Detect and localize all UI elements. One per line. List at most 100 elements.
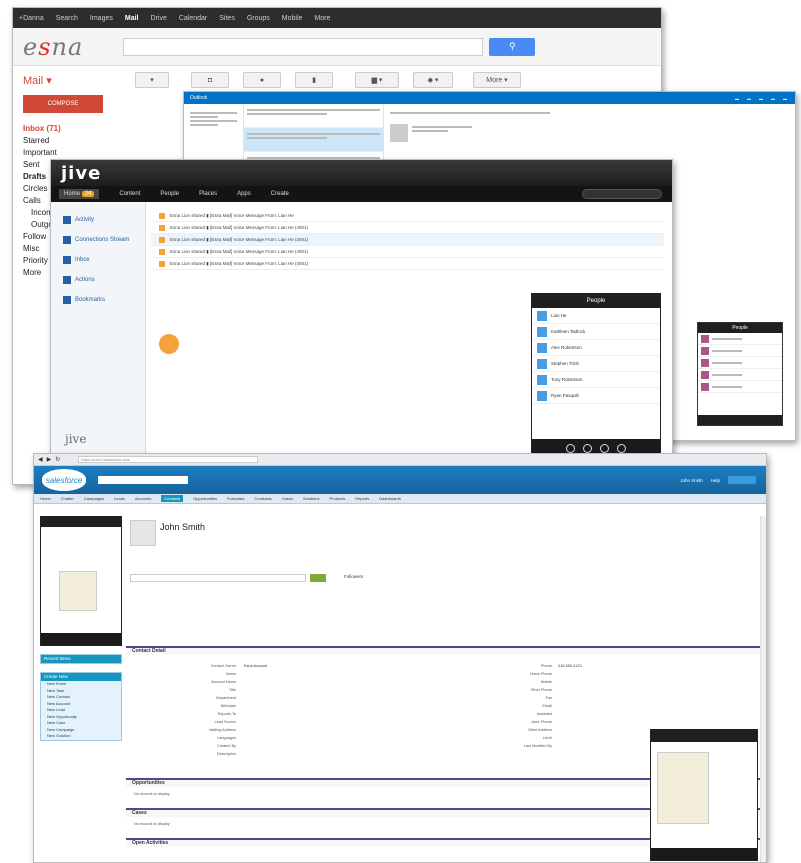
list-item[interactable]: Tony Robertson bbox=[532, 372, 660, 388]
jive-search-input[interactable] bbox=[582, 189, 662, 199]
sidebar-item-actions[interactable]: Actions bbox=[63, 276, 133, 284]
topbar-link-drive[interactable]: Drive bbox=[151, 15, 167, 22]
salesforce-search-input[interactable] bbox=[98, 476, 188, 484]
table-row[interactable]: Esna Lion shared ▮ [Esna Mail] Voice Mes… bbox=[151, 222, 664, 234]
tab-cases[interactable]: Cases bbox=[282, 496, 293, 501]
avatar bbox=[701, 370, 709, 379]
tab-products[interactable]: Products bbox=[329, 496, 345, 501]
nav-create[interactable]: Create bbox=[271, 191, 289, 197]
outlook-title-bar: Outlook ▬ ▬ ▬ ▬ ▬ bbox=[184, 92, 795, 104]
contacts-icon[interactable] bbox=[566, 443, 575, 453]
sidebar-item-inbox[interactable]: Inbox bbox=[63, 256, 133, 264]
table-row[interactable]: Esna Lion shared ▮ [Esna Mail] Voice Mes… bbox=[151, 210, 664, 222]
tab-campaigns[interactable]: Campaigns bbox=[84, 496, 104, 501]
address-bar[interactable]: https://na12.salesforce.com bbox=[78, 456, 259, 463]
reload-icon[interactable]: ↻ bbox=[55, 456, 60, 463]
esna-map-widget bbox=[650, 729, 758, 861]
chatter-post-input[interactable] bbox=[130, 574, 306, 582]
chat-icon[interactable] bbox=[583, 443, 592, 453]
phone-icon[interactable] bbox=[600, 443, 609, 453]
report-spam-button[interactable]: ● bbox=[243, 72, 281, 88]
map-image[interactable] bbox=[657, 752, 709, 824]
list-item[interactable]: Lian He bbox=[532, 308, 660, 324]
list-item[interactable] bbox=[244, 104, 383, 128]
avatar bbox=[537, 310, 547, 321]
folder-important[interactable]: Important bbox=[23, 147, 63, 159]
nav-apps[interactable]: Apps bbox=[237, 191, 251, 197]
page-title: John Smith bbox=[160, 522, 206, 532]
nav-content[interactable]: Content bbox=[119, 191, 140, 197]
tab-solutions[interactable]: Solutions bbox=[303, 496, 319, 501]
setup-button[interactable] bbox=[728, 476, 756, 484]
create-link[interactable]: New Solution bbox=[41, 733, 121, 740]
topbar-link-mail[interactable]: Mail bbox=[125, 15, 139, 22]
jive-footer-logo: jive bbox=[65, 432, 87, 446]
delete-button[interactable]: ▮ bbox=[295, 72, 333, 88]
list-item[interactable] bbox=[698, 369, 782, 381]
search-button[interactable]: ⚲ bbox=[489, 37, 536, 56]
map-image[interactable] bbox=[59, 571, 97, 611]
topbar-link-images[interactable]: Images bbox=[90, 15, 113, 22]
labels-button[interactable]: ◆ ▾ bbox=[413, 72, 453, 88]
tab-reports[interactable]: Reports bbox=[355, 496, 369, 501]
help-link[interactable]: Help bbox=[711, 478, 720, 483]
list-item[interactable]: Stephen Trinh bbox=[532, 356, 660, 372]
list-item[interactable] bbox=[698, 345, 782, 357]
tab-dashboards[interactable]: Dashboards bbox=[379, 496, 401, 501]
more-button[interactable]: More ▾ bbox=[473, 72, 521, 88]
list-item[interactable] bbox=[244, 128, 383, 152]
move-to-button[interactable]: ▆ ▾ bbox=[355, 72, 399, 88]
back-icon[interactable]: ◀ bbox=[38, 456, 43, 463]
tab-contacts[interactable]: Contacts bbox=[161, 495, 184, 502]
field-label: Phone bbox=[541, 664, 552, 668]
tab-contracts[interactable]: Contracts bbox=[255, 496, 272, 501]
field-value-phone[interactable]: 416-555-0123 bbox=[558, 664, 582, 668]
compose-button[interactable]: COMPOSE bbox=[23, 95, 103, 113]
mail-dropdown[interactable]: Mail ▾ bbox=[23, 74, 135, 87]
list-item[interactable] bbox=[698, 357, 782, 369]
field-value-owner[interactable]: Esna Account bbox=[244, 664, 267, 668]
tab-chatter[interactable]: Chatter bbox=[61, 496, 74, 501]
sidebar-item-bookmarks[interactable]: Bookmarks bbox=[63, 296, 133, 304]
topbar-link-sites[interactable]: Sites bbox=[219, 15, 235, 22]
sidebar-item-connections[interactable]: Connections Stream bbox=[63, 236, 133, 244]
recent-items-title: Recent Items bbox=[41, 655, 121, 663]
folder-starred[interactable]: Starred bbox=[23, 135, 63, 147]
people-footer-bar bbox=[698, 415, 782, 425]
clock-icon[interactable] bbox=[617, 443, 626, 453]
table-row[interactable]: Esna Lion shared ▮ [Esna Mail] Voice Mes… bbox=[151, 246, 664, 258]
tab-accounts[interactable]: Accounts bbox=[135, 496, 151, 501]
folder-inbox[interactable]: Inbox (71) bbox=[23, 123, 63, 135]
list-item[interactable]: Kathleen Tadlock bbox=[532, 324, 660, 340]
table-row[interactable]: Esna Lion shared ▮ [Esna Mail] Voice Mes… bbox=[151, 234, 664, 246]
topbar-link-groups[interactable]: Groups bbox=[247, 15, 270, 22]
list-item[interactable] bbox=[698, 381, 782, 393]
nav-people[interactable]: People bbox=[160, 191, 179, 197]
nav-home[interactable]: Home 24 bbox=[59, 189, 100, 199]
field-label: Account Name bbox=[211, 680, 236, 684]
notification-badge: 24 bbox=[81, 191, 95, 197]
recent-items-box: Recent Items bbox=[40, 654, 122, 664]
topbar-link-search[interactable]: Search bbox=[56, 15, 78, 22]
tab-opportunities[interactable]: Opportunities bbox=[193, 496, 217, 501]
mail-search-input[interactable] bbox=[123, 37, 484, 56]
tab-forecasts[interactable]: Forecasts bbox=[227, 496, 245, 501]
list-item[interactable]: Alex Robertson bbox=[532, 340, 660, 356]
select-checkbox-button[interactable]: ▾ bbox=[135, 72, 169, 88]
forward-icon[interactable]: ▶ bbox=[47, 456, 52, 463]
nav-places[interactable]: Places bbox=[199, 191, 217, 197]
topbar-link-more[interactable]: More bbox=[314, 15, 330, 22]
share-button[interactable] bbox=[310, 574, 326, 582]
table-row[interactable]: Esna Lion shared ▮ [Esna Mail] Voice Mes… bbox=[151, 258, 664, 270]
sidebar-item-activity[interactable]: Activity bbox=[63, 216, 133, 224]
topbar-link-calendar[interactable]: Calendar bbox=[179, 15, 207, 22]
list-item[interactable] bbox=[698, 333, 782, 345]
vertical-scrollbar[interactable] bbox=[760, 516, 766, 862]
list-item[interactable]: Ryan Pasquill bbox=[532, 388, 660, 404]
archive-button[interactable]: ◘ bbox=[191, 72, 229, 88]
tab-home[interactable]: Home bbox=[40, 496, 51, 501]
topbar-link-user[interactable]: +Danna bbox=[19, 15, 44, 22]
user-menu-button[interactable]: John Smith bbox=[680, 478, 703, 483]
topbar-link-mobile[interactable]: Mobile bbox=[282, 15, 303, 22]
tab-leads[interactable]: Leads bbox=[114, 496, 125, 501]
